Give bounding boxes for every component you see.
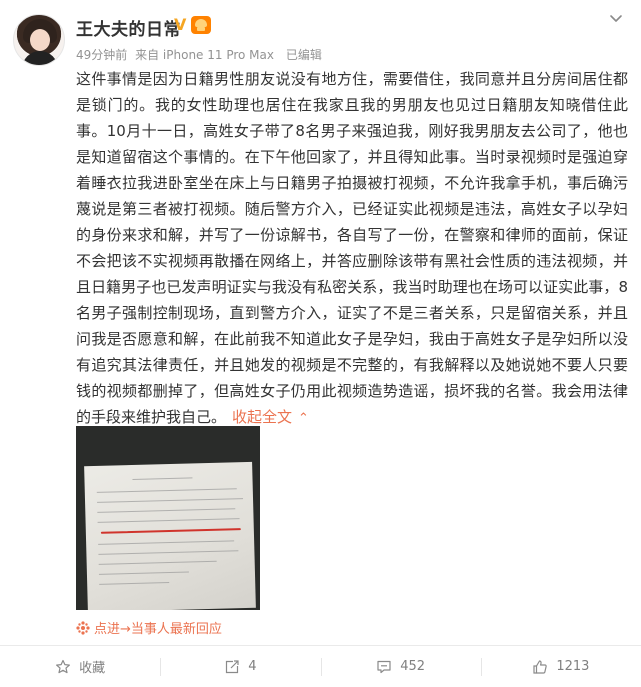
chevron-down-icon[interactable] [608, 12, 624, 26]
avatar[interactable] [13, 14, 65, 66]
post-image[interactable] [76, 426, 260, 610]
avatar-face [30, 29, 50, 51]
comment-icon [377, 660, 391, 673]
post-meta: 49分钟前 来自 iPhone 11 Pro Max 已编辑 [76, 46, 326, 63]
post-text: 这件事情是因为日籍男性朋友说没有地方住，需要借住，我同意并且分房间居住都是锁门的… [76, 66, 628, 432]
like-count: 1213 [556, 659, 590, 674]
edited-label[interactable]: 已编辑 [286, 48, 322, 62]
favorite-label: 收藏 [79, 661, 106, 676]
vip-crown-icon [191, 16, 211, 34]
latest-response-label[interactable]: 点进→当事人最新回应 [94, 622, 222, 637]
chevron-up-icon[interactable]: ⌃ [298, 411, 309, 426]
post-time[interactable]: 49分钟前 [76, 48, 127, 62]
thumbs-up-icon [533, 659, 548, 674]
star-icon [56, 659, 71, 673]
post-body: 这件事情是因为日籍男性朋友说没有地方住，需要借住，我同意并且分房间居住都是锁门的… [76, 70, 628, 426]
comment-button[interactable]: 452 [320, 646, 481, 687]
handwritten-letter-image [84, 461, 256, 610]
username[interactable]: 王大夫的日常 [76, 15, 181, 40]
post-source: 来自 iPhone 11 Pro Max [135, 48, 274, 62]
red-underline-mark [100, 528, 241, 534]
verified-v-icon: V [174, 15, 187, 34]
comment-count: 452 [400, 659, 426, 674]
share-icon [226, 659, 239, 673]
repost-button[interactable]: 4 [160, 646, 320, 687]
sparkle-icon [76, 621, 90, 635]
action-bar: 收藏 4 452 1213 [0, 645, 641, 687]
avatar-body [22, 51, 58, 65]
repost-count: 4 [248, 659, 257, 674]
favorite-button[interactable]: 收藏 [0, 646, 160, 687]
collapse-button[interactable]: 收起全文 [232, 408, 292, 426]
like-button[interactable]: 1213 [480, 646, 641, 687]
latest-response-link[interactable]: 点进→当事人最新回应 [76, 618, 222, 637]
